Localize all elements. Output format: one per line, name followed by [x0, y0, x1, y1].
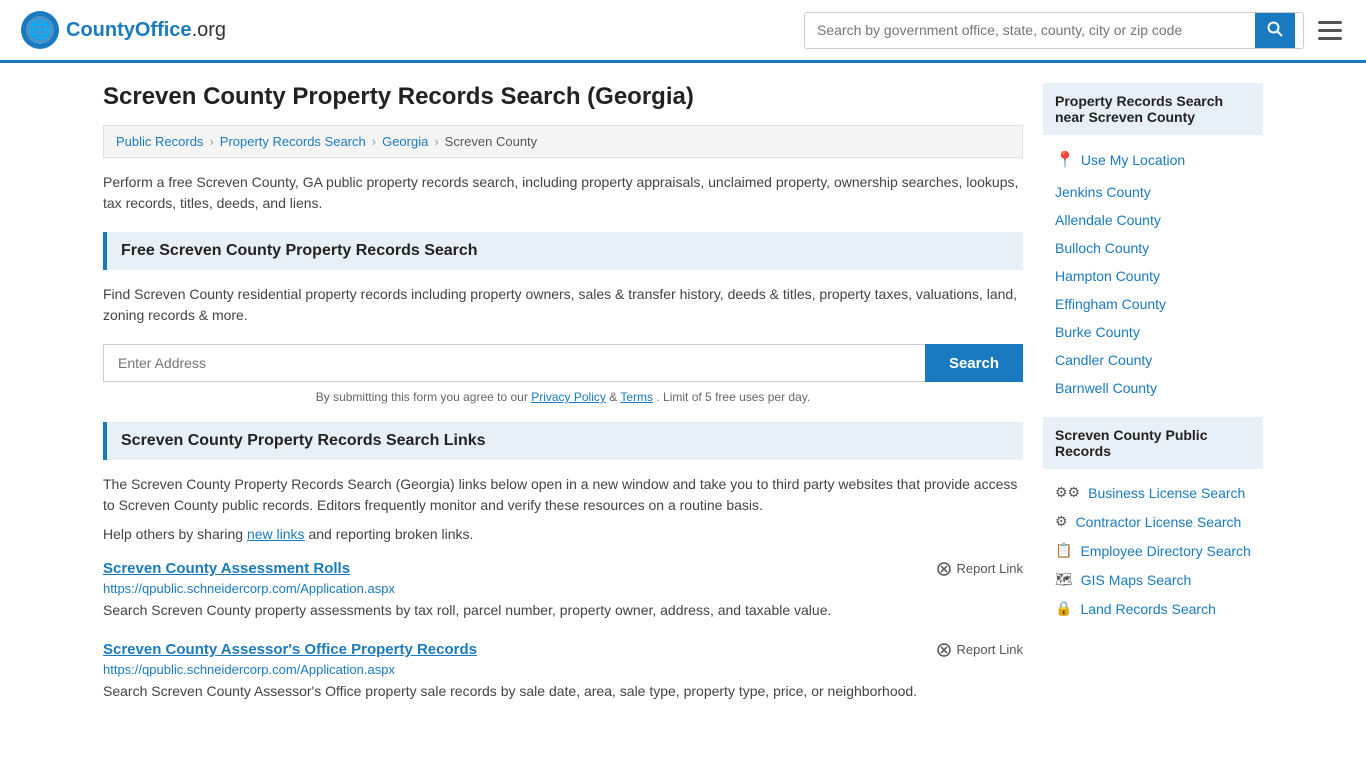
sidebar-item-hampton[interactable]: Hampton County: [1043, 263, 1263, 289]
sidebar-land-records[interactable]: 🔒 Land Records Search: [1043, 595, 1263, 622]
sidebar-item-jenkins[interactable]: Jenkins County: [1043, 179, 1263, 205]
report-link-2[interactable]: Report Link: [936, 642, 1023, 658]
main-container: Screven County Property Records Search (…: [83, 63, 1283, 742]
logo-icon: 🌐: [20, 10, 60, 50]
location-dot-icon: 📍: [1055, 150, 1075, 170]
record-desc-2: Search Screven County Assessor's Office …: [103, 681, 1023, 702]
new-links-link[interactable]: new links: [247, 526, 305, 542]
business-license-icon: ⚙⚙: [1055, 484, 1080, 501]
breadcrumb-sep-3: ›: [434, 134, 438, 149]
hamburger-menu[interactable]: [1314, 17, 1346, 44]
record-item-2: Screven County Assessor's Office Propert…: [103, 641, 1023, 702]
sidebar-gis-maps[interactable]: 🗺 GIS Maps Search: [1043, 566, 1263, 593]
privacy-policy-link[interactable]: Privacy Policy: [531, 390, 606, 404]
global-search-button[interactable]: [1255, 13, 1295, 48]
search-icon: [1267, 21, 1283, 37]
header-right: [804, 12, 1346, 49]
report-icon-2: [936, 642, 952, 658]
record-title-1[interactable]: Screven County Assessment Rolls: [103, 560, 350, 577]
sidebar-item-candler[interactable]: Candler County: [1043, 347, 1263, 373]
record-title-2[interactable]: Screven County Assessor's Office Propert…: [103, 641, 477, 658]
sidebar-item-bulloch[interactable]: Bulloch County: [1043, 235, 1263, 261]
report-link-1[interactable]: Report Link: [936, 561, 1023, 577]
sidebar-contractor-license[interactable]: ⚙ Contractor License Search: [1043, 508, 1263, 535]
global-search-input[interactable]: [805, 14, 1255, 46]
hamburger-line-1: [1318, 21, 1342, 24]
address-search-button[interactable]: Search: [925, 344, 1023, 382]
hamburger-line-2: [1318, 29, 1342, 32]
employee-directory-icon: 📋: [1055, 542, 1072, 559]
logo-text: CountyOffice.org: [66, 19, 226, 42]
sidebar-use-location[interactable]: 📍 Use My Location: [1043, 145, 1263, 175]
sidebar-business-license[interactable]: ⚙⚙ Business License Search: [1043, 479, 1263, 506]
free-search-section-header: Free Screven County Property Records Sea…: [103, 232, 1023, 270]
record-url-2[interactable]: https://qpublic.schneidercorp.com/Applic…: [103, 662, 1023, 677]
links-section-header: Screven County Property Records Search L…: [103, 422, 1023, 460]
global-search-bar: [804, 12, 1304, 49]
page-title: Screven County Property Records Search (…: [103, 83, 1023, 111]
logo: 🌐 CountyOffice.org: [20, 10, 226, 50]
address-input[interactable]: [103, 344, 925, 382]
address-search-form: Search: [103, 344, 1023, 382]
svg-text:🌐: 🌐: [29, 19, 51, 40]
hamburger-line-3: [1318, 37, 1342, 40]
sidebar-item-barnwell[interactable]: Barnwell County: [1043, 375, 1263, 401]
terms-link[interactable]: Terms: [620, 390, 653, 404]
form-disclaimer: By submitting this form you agree to our…: [103, 390, 1023, 404]
record-item: Screven County Assessment Rolls Report L…: [103, 560, 1023, 621]
content-area: Screven County Property Records Search (…: [103, 83, 1023, 722]
report-icon-1: [936, 561, 952, 577]
land-records-icon: 🔒: [1055, 600, 1072, 617]
sidebar-employee-directory[interactable]: 📋 Employee Directory Search: [1043, 537, 1263, 564]
record-item-header-1: Screven County Assessment Rolls Report L…: [103, 560, 1023, 577]
site-header: 🌐 CountyOffice.org: [0, 0, 1366, 63]
sidebar-nearby-title: Property Records Search near Screven Cou…: [1043, 83, 1263, 135]
breadcrumb-current: Screven County: [445, 134, 538, 149]
free-search-description: Find Screven County residential property…: [103, 284, 1023, 326]
breadcrumb-public-records[interactable]: Public Records: [116, 134, 203, 149]
gis-maps-icon: 🗺: [1055, 571, 1073, 588]
breadcrumb: Public Records › Property Records Search…: [103, 125, 1023, 158]
breadcrumb-sep-2: ›: [372, 134, 376, 149]
sidebar-item-burke[interactable]: Burke County: [1043, 319, 1263, 345]
breadcrumb-sep-1: ›: [209, 134, 213, 149]
links-section-description: The Screven County Property Records Sear…: [103, 474, 1023, 516]
sidebar-item-allendale[interactable]: Allendale County: [1043, 207, 1263, 233]
breadcrumb-georgia[interactable]: Georgia: [382, 134, 428, 149]
share-text: Help others by sharing new links and rep…: [103, 526, 1023, 542]
page-description: Perform a free Screven County, GA public…: [103, 172, 1023, 214]
contractor-license-icon: ⚙: [1055, 513, 1068, 530]
sidebar-item-effingham[interactable]: Effingham County: [1043, 291, 1263, 317]
record-url-1[interactable]: https://qpublic.schneidercorp.com/Applic…: [103, 581, 1023, 596]
record-desc-1: Search Screven County property assessmen…: [103, 600, 1023, 621]
record-item-header-2: Screven County Assessor's Office Propert…: [103, 641, 1023, 658]
sidebar-public-records-title: Screven County Public Records: [1043, 417, 1263, 469]
use-location-link[interactable]: Use My Location: [1081, 152, 1185, 168]
sidebar: Property Records Search near Screven Cou…: [1043, 83, 1263, 722]
breadcrumb-property-records[interactable]: Property Records Search: [220, 134, 366, 149]
